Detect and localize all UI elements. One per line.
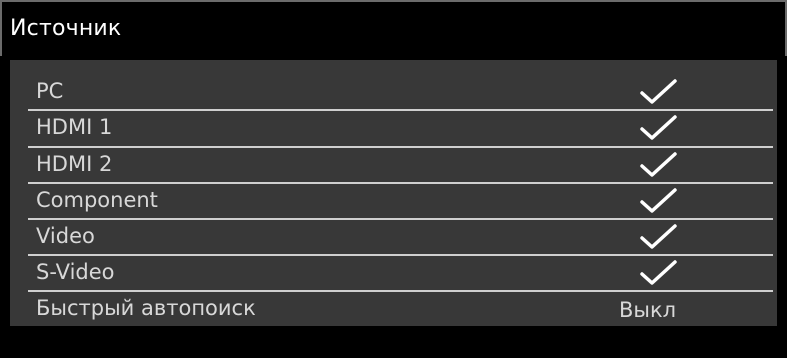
source-menu: Источник PC HDMI 1 HDMI 2 Component Vide… [0,0,787,358]
source-item-s-video[interactable]: S-Video [28,256,773,292]
quick-auto-search-item[interactable]: Быстрый автопоиск Выкл [28,292,773,328]
quick-auto-search-value: Выкл [619,298,677,322]
source-item-label: PC [36,79,64,103]
page-title: Источник [10,16,122,41]
source-item-video[interactable]: Video [28,220,773,256]
checkmark-icon [640,115,677,140]
checkmark-icon [640,260,677,285]
source-item-label: Video [36,224,95,248]
checkmark-icon [640,152,677,177]
source-item-hdmi-1[interactable]: HDMI 1 [28,111,773,147]
source-item-label: HDMI 2 [36,152,113,176]
title-bar: Источник [0,0,787,56]
checkmark-icon [640,224,677,249]
quick-auto-search-label: Быстрый автопоиск [36,296,256,320]
source-item-component[interactable]: Component [28,184,773,220]
source-item-pc[interactable]: PC [28,75,773,111]
source-item-label: S-Video [36,260,115,284]
checkmark-icon [640,188,677,213]
source-item-label: HDMI 1 [36,115,113,139]
source-item-hdmi-2[interactable]: HDMI 2 [28,148,773,184]
checkmark-icon [640,79,677,104]
source-item-label: Component [36,188,158,212]
